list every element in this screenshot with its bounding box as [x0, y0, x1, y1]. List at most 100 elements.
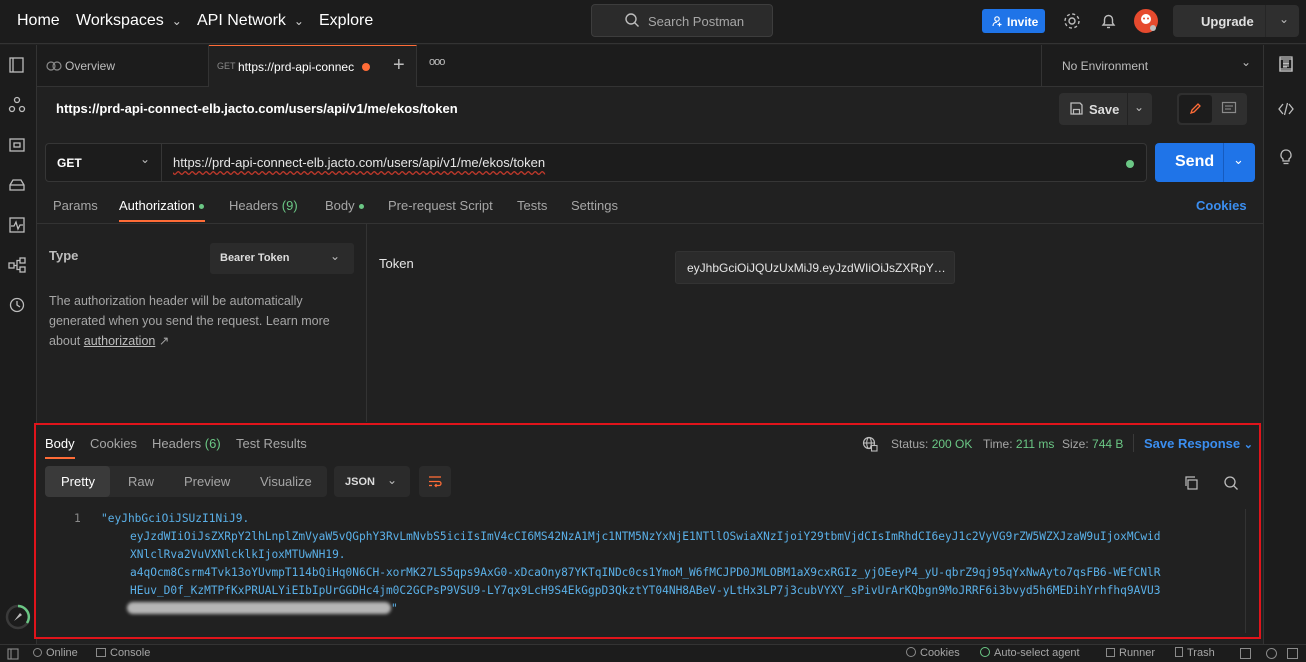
- chevron-down-icon[interactable]: ⌄: [1134, 100, 1144, 114]
- format-raw[interactable]: Raw: [110, 466, 168, 497]
- language-label: JSON: [345, 476, 375, 488]
- sidebar-toggle-icon[interactable]: [7, 648, 19, 660]
- lightbulb-icon[interactable]: [1278, 148, 1294, 166]
- invite-button[interactable]: Invite: [982, 9, 1045, 33]
- apis-icon[interactable]: [8, 96, 26, 114]
- console-button[interactable]: Console: [96, 647, 150, 659]
- auth-description: The authorization header will be automat…: [49, 291, 349, 351]
- upgrade-button[interactable]: Upgrade ⌄: [1173, 5, 1299, 37]
- wrap-lines-button[interactable]: [419, 466, 451, 497]
- time-readout: Time: 211 ms: [983, 437, 1054, 451]
- request-title[interactable]: https://prd-api-connect-elb.jacto.com/us…: [56, 101, 458, 116]
- response-tab-test-results[interactable]: Test Results: [236, 436, 307, 451]
- copy-icon[interactable]: [1183, 475, 1199, 491]
- gear-icon[interactable]: [1063, 12, 1081, 30]
- cookie-icon: [906, 647, 916, 657]
- history-icon[interactable]: [8, 296, 26, 314]
- time-value[interactable]: 211 ms: [1016, 437, 1054, 451]
- response-tab-cookies[interactable]: Cookies: [90, 436, 137, 451]
- external-link-icon: ↗: [158, 334, 170, 348]
- format-visualize-label: Visualize: [260, 474, 312, 489]
- save-response-button[interactable]: Save Response ⌄: [1144, 436, 1253, 451]
- upgrade-divider: [1265, 5, 1266, 37]
- code-line: HEuv_D0f_KzMTPfKxPRUALYiEIbIpUrGGDHc4jm0…: [130, 584, 1161, 597]
- help-icon[interactable]: [1266, 648, 1277, 659]
- url-input[interactable]: https://prd-api-connect-elb.jacto.com/us…: [173, 155, 545, 170]
- unsaved-dot: [362, 63, 370, 71]
- new-tab-plus-icon[interactable]: +: [393, 54, 405, 77]
- more-tabs-icon[interactable]: ooo: [429, 56, 445, 68]
- status-readout: Status: 200 OK: [891, 437, 972, 451]
- response-body-code[interactable]: 1 "eyJhbGciOiJSUzI1NiJ9. eyJzdWIiOiJsZXR…: [45, 509, 1245, 635]
- home-link[interactable]: Home: [17, 12, 60, 30]
- rocket-progress-icon[interactable]: [4, 603, 32, 631]
- avatar[interactable]: [1133, 8, 1159, 34]
- code-icon[interactable]: [1278, 101, 1294, 117]
- tab-prerequest-script[interactable]: Pre-request Script: [388, 198, 493, 213]
- url-status-dot: [1126, 160, 1134, 168]
- workspaces-menu[interactable]: Workspaces ⌄: [76, 12, 182, 30]
- method-select[interactable]: GET ⌄: [46, 144, 162, 181]
- tab-active-request[interactable]: GET https://prd-api-connec: [209, 45, 417, 87]
- status-dot: [358, 204, 364, 210]
- response-tab-body[interactable]: Body: [45, 436, 75, 451]
- collections-icon[interactable]: [8, 56, 26, 74]
- environment-quicklook-icon[interactable]: [1278, 57, 1294, 73]
- token-value: eyJhbGciOiJQUzUxMiJ9.eyJzdWIiOiJsZXRpY2l…: [687, 261, 949, 275]
- tab-body[interactable]: Body: [325, 198, 364, 213]
- monitors-icon[interactable]: [8, 216, 26, 234]
- tab-overview[interactable]: Overview: [37, 45, 209, 87]
- auto-select-agent-button[interactable]: Auto-select agent: [980, 647, 1080, 659]
- tab-tests[interactable]: Tests: [517, 198, 547, 213]
- send-button[interactable]: Send ⌄: [1155, 143, 1255, 182]
- environment-select[interactable]: No Environment ⌄: [1041, 45, 1263, 87]
- authorization-link[interactable]: authorization: [84, 334, 156, 348]
- flows-icon[interactable]: [8, 256, 26, 274]
- token-input[interactable]: eyJhbGciOiJQUzUxMiJ9.eyJzdWIiOiJsZXRpY2l…: [675, 251, 955, 284]
- format-pretty[interactable]: Pretty: [45, 466, 110, 497]
- search-icon[interactable]: [1223, 475, 1239, 491]
- trash-button[interactable]: Trash: [1175, 647, 1215, 659]
- search-bar[interactable]: Search Postman: [591, 4, 773, 37]
- bell-icon[interactable]: [1100, 12, 1117, 30]
- add-user-icon: [992, 16, 1002, 27]
- cookies-button[interactable]: Cookies: [906, 647, 960, 659]
- format-preview[interactable]: Preview: [168, 466, 248, 497]
- vertical-scrollbar[interactable]: [1245, 509, 1253, 633]
- comment-icon[interactable]: [1221, 101, 1237, 116]
- cookies-link[interactable]: Cookies: [1196, 198, 1247, 213]
- format-visualize[interactable]: Visualize: [248, 466, 327, 497]
- save-divider: [1127, 93, 1128, 125]
- chevron-down-icon[interactable]: ⌄: [1233, 152, 1244, 168]
- size-value[interactable]: 744 B: [1092, 437, 1123, 451]
- explore-link[interactable]: Explore: [319, 12, 373, 30]
- chevron-down-icon: ⌄: [171, 14, 182, 28]
- response-headers-count: (6): [204, 436, 221, 451]
- environments-icon[interactable]: [8, 136, 26, 154]
- layout-icon[interactable]: [1240, 648, 1251, 659]
- save-button[interactable]: Save ⌄: [1059, 93, 1152, 125]
- tab-headers[interactable]: Headers (9): [229, 198, 298, 213]
- redacted-text: [127, 602, 391, 614]
- method-label: GET: [57, 156, 82, 170]
- auth-type-select[interactable]: Bearer Token ⌄: [210, 243, 354, 274]
- runner-button[interactable]: Runner: [1106, 647, 1155, 659]
- network-globe-icon[interactable]: [862, 436, 878, 452]
- online-status[interactable]: Online: [33, 647, 78, 659]
- language-select[interactable]: JSON ⌄: [334, 466, 410, 497]
- format-pretty-label: Pretty: [61, 474, 95, 489]
- mock-servers-icon[interactable]: [8, 176, 26, 194]
- edit-mode-button[interactable]: [1179, 95, 1212, 123]
- chevron-down-icon: ⌄: [293, 14, 304, 28]
- keyboard-shortcuts-icon[interactable]: [1287, 648, 1298, 659]
- runner-label: Runner: [1119, 647, 1156, 659]
- chevron-down-icon[interactable]: ⌄: [1279, 12, 1289, 26]
- response-tab-headers[interactable]: Headers (6): [152, 436, 221, 451]
- environment-label: No Environment: [1062, 59, 1149, 73]
- api-network-menu[interactable]: API Network ⌄: [197, 12, 304, 30]
- tab-settings[interactable]: Settings: [571, 198, 618, 213]
- tab-params[interactable]: Params: [53, 198, 98, 213]
- line-number: 1: [74, 512, 81, 525]
- status-value[interactable]: 200 OK: [932, 437, 973, 451]
- tab-authorization[interactable]: Authorization: [119, 198, 204, 213]
